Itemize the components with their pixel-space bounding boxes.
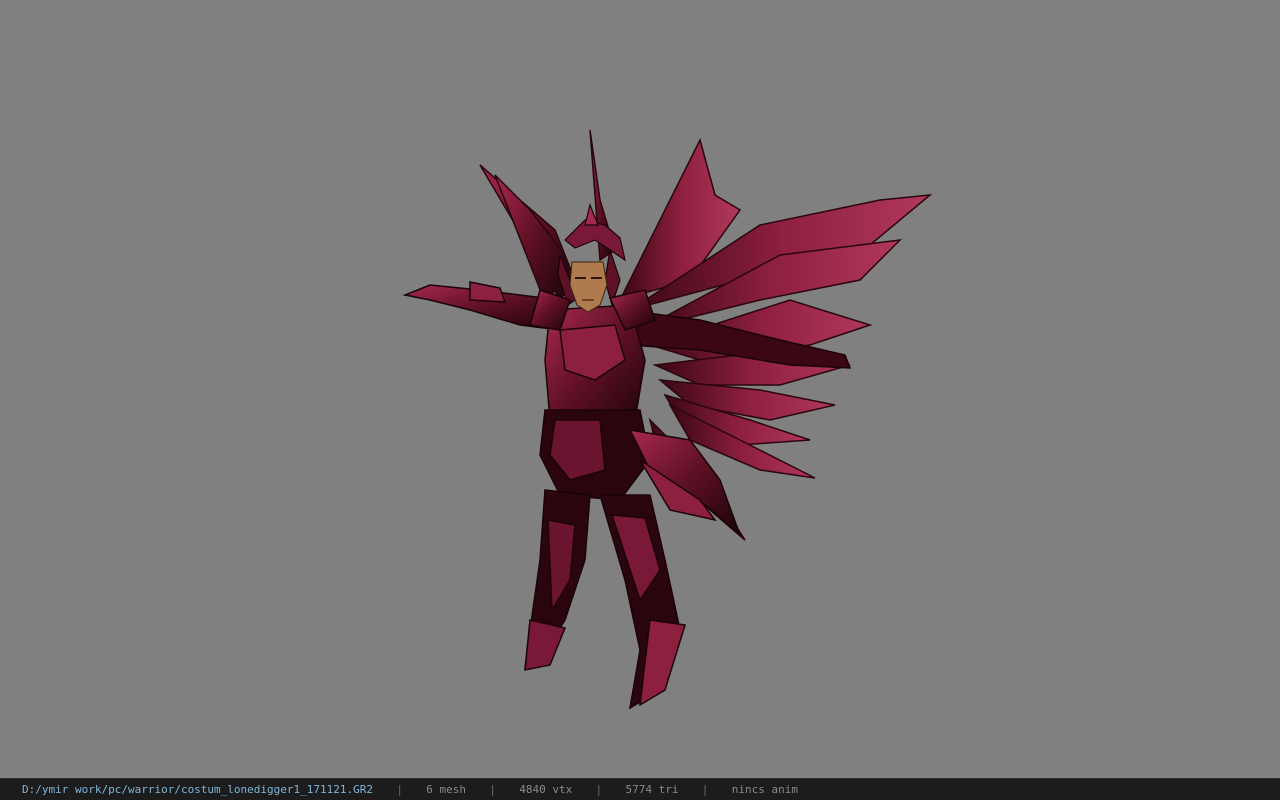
file-path: D:/ymir work/pc/warrior/costum_lonedigge… [22,783,373,796]
mesh-count: 6 mesh [426,783,466,796]
status-bar: D:/ymir work/pc/warrior/costum_lonedigge… [0,778,1280,800]
vertex-count: 4840 vtx [519,783,573,796]
face [569,261,608,313]
legs [524,489,686,710]
anim-status: nincs anim [731,783,798,796]
separator: | [595,783,603,796]
model-viewport[interactable] [0,0,1280,778]
separator: | [701,783,709,796]
separator: | [489,783,496,796]
character-model [402,129,933,710]
separator: | [396,783,403,796]
triangle-count: 5774 tri [625,783,679,796]
torso [539,304,651,501]
